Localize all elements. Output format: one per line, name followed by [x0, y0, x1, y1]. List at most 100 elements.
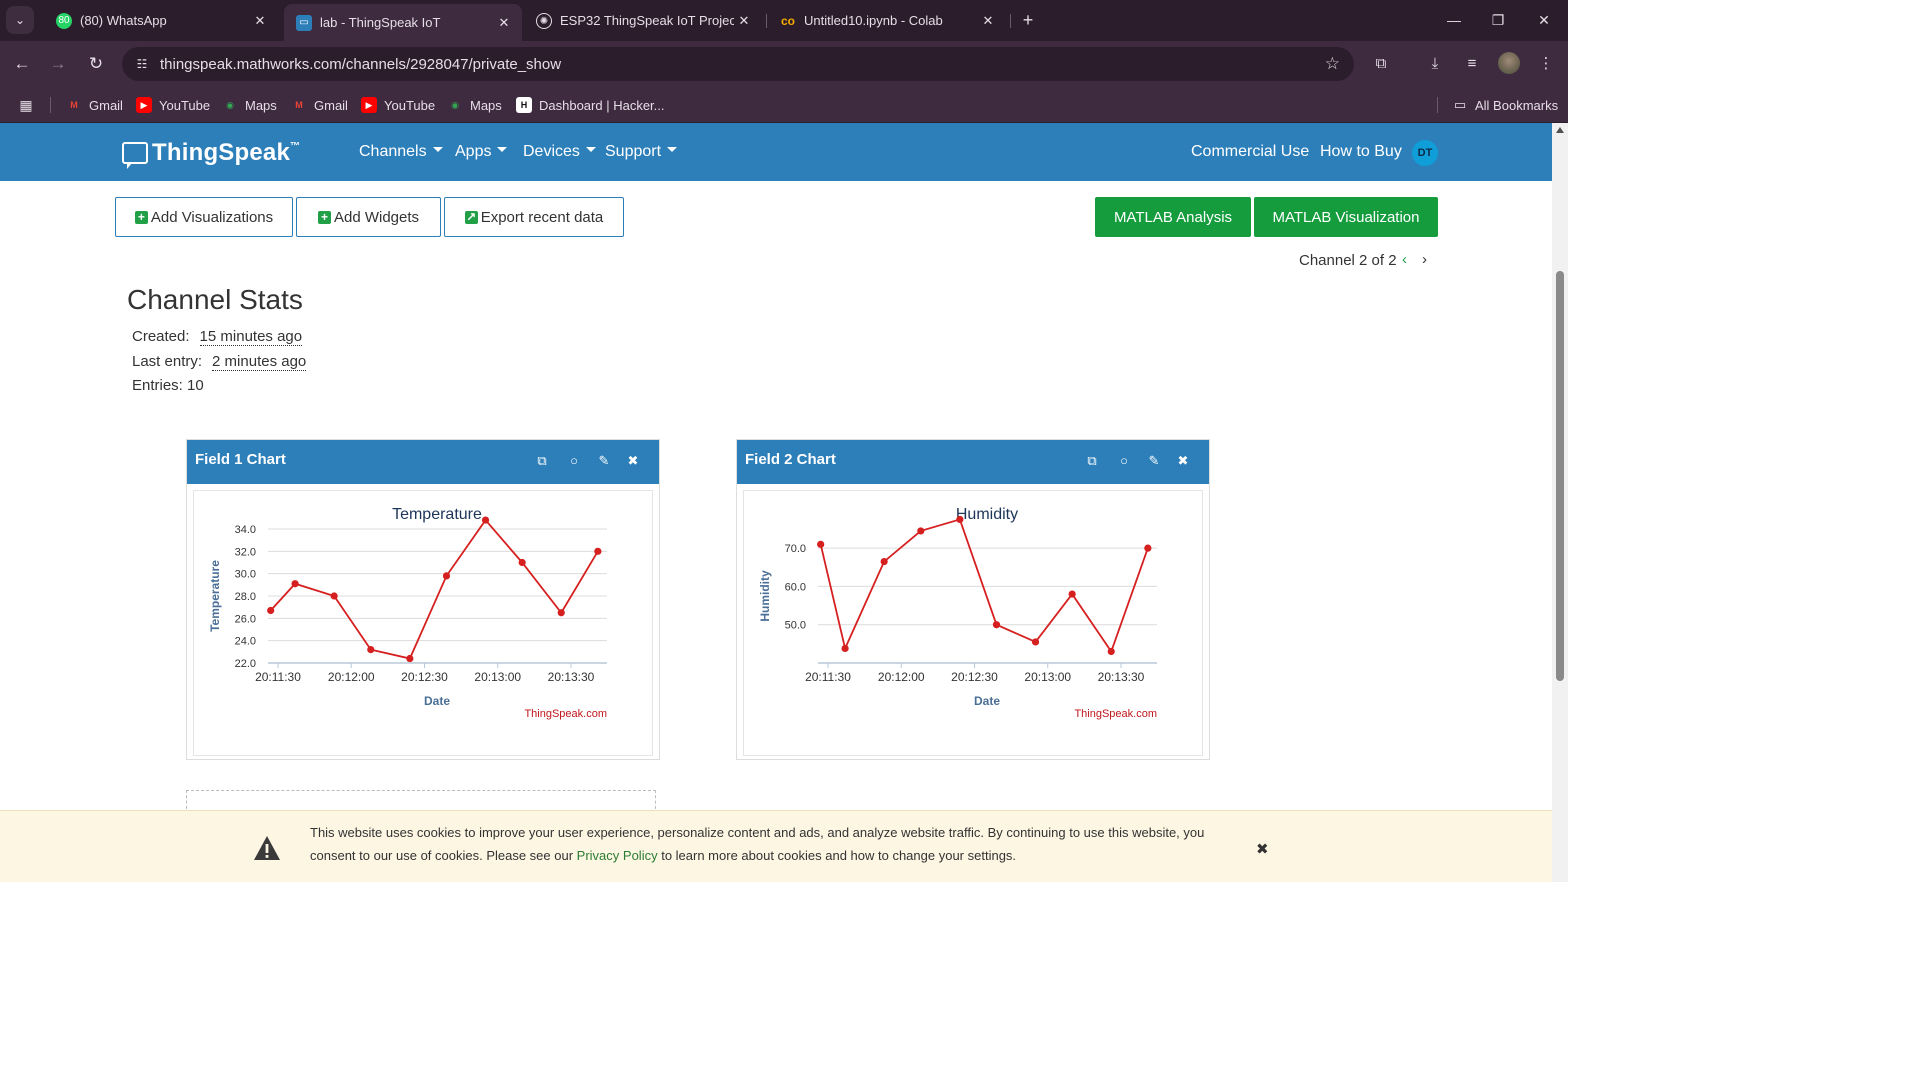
data-point [880, 557, 888, 566]
new-tab-icon[interactable]: + [1016, 8, 1040, 32]
close-window-icon[interactable]: ✕ [1532, 8, 1556, 32]
close-icon[interactable]: ✖ [1256, 840, 1269, 858]
download-icon[interactable]: ⤓ [1423, 52, 1447, 76]
y-axis-label: Temperature [208, 560, 222, 632]
bookmark-youtube[interactable]: ▶ YouTube [361, 95, 435, 115]
close-tab-icon[interactable]: ✕ [978, 13, 998, 29]
browser-tab-bar: ⌄ 80 (80) WhatsApp ✕ ▭ lab - ThingSpeak … [0, 0, 1568, 41]
data-point [518, 558, 526, 567]
close-icon[interactable]: ✖ [1174, 452, 1192, 470]
nav-commercial-use[interactable]: Commercial Use [1191, 143, 1309, 161]
nav-how-to-buy[interactable]: How to Buy [1320, 143, 1402, 161]
data-point [557, 609, 565, 617]
x-tick-label: 20:13:00 [474, 670, 521, 684]
bookmark-hackerrank[interactable]: H Dashboard | Hacker... [516, 95, 665, 115]
data-point [594, 547, 602, 555]
edit-icon[interactable]: ✎ [1145, 452, 1163, 470]
comment-icon[interactable]: ○ [1115, 452, 1133, 470]
matlab-visualization-button[interactable]: MATLAB Visualization [1254, 197, 1438, 237]
data-point [291, 580, 299, 588]
chevron-right-icon[interactable]: › [1422, 251, 1427, 268]
bookmark-maps[interactable]: ◉ Maps [447, 95, 502, 115]
y-tick-label: 50.0 [785, 620, 806, 632]
nav-apps[interactable]: Apps [455, 143, 508, 161]
tab-colab[interactable]: co Untitled10.ipynb - Colab ✕ [768, 4, 1006, 37]
data-point [1031, 638, 1040, 646]
address-bar[interactable]: ☷ thingspeak.mathworks.com/channels/2928… [122, 47, 1354, 81]
page-content: ThingSpeak ™ Channels Apps Devices Suppo… [0, 123, 1552, 882]
temperature-chart[interactable]: Temperature 22.0 24.0 26.0 28.0 30.0 32.0 34.0 2… [194, 491, 652, 755]
apps-grid-icon[interactable]: ▦ [16, 95, 36, 115]
scroll-up-icon[interactable] [1556, 127, 1564, 133]
restore-icon[interactable]: ❐ [1486, 8, 1510, 32]
caret-down-icon [667, 147, 678, 153]
matlab-analysis-button[interactable]: MATLAB Analysis [1095, 197, 1251, 237]
tab-thingspeak[interactable]: ▭ lab - ThingSpeak IoT ✕ [284, 4, 522, 41]
thingspeak-navbar: ThingSpeak ™ Channels Apps Devices Suppo… [0, 123, 1552, 181]
x-axis-label: Date [424, 694, 450, 708]
privacy-policy-link[interactable]: Privacy Policy [577, 848, 658, 863]
button-label: Export recent data [480, 208, 604, 226]
nav-channels[interactable]: Channels [359, 143, 443, 161]
thingspeak-logo[interactable]: ThingSpeak ™ [122, 139, 300, 169]
cookie-message: This website uses cookies to improve you… [310, 821, 1240, 867]
all-bookmarks[interactable]: ▭ All Bookmarks [1452, 95, 1558, 115]
x-tick-label: 20:13:30 [548, 670, 595, 684]
bookmark-label: Dashboard | Hacker... [539, 97, 665, 113]
user-avatar[interactable]: DT [1412, 140, 1438, 166]
tab-search-icon[interactable]: ⌄ [6, 6, 34, 34]
y-tick-label: 28.0 [235, 591, 256, 603]
open-external-icon[interactable]: ⧉ [1083, 452, 1101, 470]
reload-icon[interactable]: ↻ [84, 52, 108, 76]
data-point [956, 515, 964, 524]
profile-avatar[interactable] [1498, 52, 1520, 74]
bookmarks-bar: ▦ M Gmail ▶ YouTube ◉ Maps M Gmail ▶ You… [0, 87, 1568, 123]
export-recent-data-button[interactable]: ↗ Export recent data [444, 197, 624, 237]
menu-icon[interactable]: ⋮ [1534, 52, 1558, 76]
caret-down-icon [497, 147, 508, 153]
bookmark-gmail[interactable]: M Gmail [66, 95, 123, 115]
stat-label: Created: [132, 328, 190, 345]
tab-whatsapp[interactable]: 80 (80) WhatsApp ✕ [44, 4, 278, 37]
tab-esp32[interactable]: ✺ ESP32 ThingSpeak IoT Project ✕ [524, 4, 762, 37]
data-point [1107, 647, 1115, 656]
nav-devices[interactable]: Devices [523, 143, 596, 161]
add-widgets-button[interactable]: + Add Widgets [296, 197, 441, 237]
site-info-icon[interactable]: ☷ [132, 54, 152, 74]
humidity-chart[interactable]: Humidity 50.0 60.0 70.0 20:11:30 20:12:00 20:1… [744, 491, 1202, 755]
edit-icon[interactable]: ✎ [595, 452, 613, 470]
open-external-icon[interactable]: ⧉ [533, 452, 551, 470]
nav-support[interactable]: Support [605, 143, 678, 161]
bookmark-gmail[interactable]: M Gmail [291, 95, 348, 115]
bookmark-star-icon[interactable]: ☆ [1325, 54, 1340, 74]
url-text[interactable]: thingspeak.mathworks.com/channels/292804… [160, 56, 561, 73]
extensions-icon[interactable]: ⧉ [1369, 52, 1393, 76]
close-tab-icon[interactable]: ✕ [494, 15, 514, 31]
logo-text: ThingSpeak [152, 139, 291, 166]
back-icon[interactable]: ← [10, 52, 34, 76]
bookmark-label: YouTube [159, 97, 211, 113]
close-icon[interactable]: ✖ [624, 452, 642, 470]
minimize-icon[interactable]: — [1442, 8, 1466, 32]
stat-entries: Entries: 10 [132, 377, 204, 394]
page-scrollbar[interactable] [1552, 123, 1568, 882]
caret-down-icon [585, 147, 596, 153]
media-icon[interactable]: ≡ [1460, 52, 1484, 76]
nav-label: Support [605, 143, 662, 160]
series-line [819, 518, 1149, 654]
comment-icon[interactable]: ○ [565, 452, 583, 470]
x-tick-label: 20:12:00 [878, 670, 925, 684]
add-visualizations-button[interactable]: + Add Visualizations [115, 197, 293, 237]
bookmark-youtube[interactable]: ▶ YouTube [136, 95, 210, 115]
scroll-thumb[interactable] [1556, 271, 1564, 681]
chevron-left-icon[interactable]: ‹ [1402, 251, 1407, 268]
button-label: Add Widgets [333, 208, 420, 226]
chart-title: Humidity [956, 506, 1018, 523]
close-tab-icon[interactable]: ✕ [734, 13, 754, 29]
close-tab-icon[interactable]: ✕ [250, 13, 270, 29]
bookmark-maps[interactable]: ◉ Maps [222, 95, 277, 115]
nav-label: Devices [523, 143, 580, 160]
y-tick-label: 26.0 [235, 613, 256, 625]
nav-label: Apps [455, 143, 492, 160]
forward-icon[interactable]: → [46, 52, 70, 76]
